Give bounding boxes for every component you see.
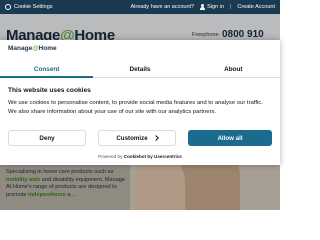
dialog-title: This website uses cookies xyxy=(8,87,91,94)
top-bar: Cookie Settings Already have an account?… xyxy=(0,0,280,14)
consent-tabs: Consent Details About xyxy=(0,64,280,78)
create-account-link[interactable]: Create Account xyxy=(237,4,275,10)
dialog-logo-text-2: Home xyxy=(38,45,57,52)
powered-by-prefix: Powered by xyxy=(98,154,123,159)
allow-all-button-label: Allow all xyxy=(217,134,243,142)
powered-by: Powered by Cookiebot by Usercentrics xyxy=(0,154,280,159)
deny-button-label: Deny xyxy=(39,134,55,142)
dialog-body: We use cookies to personalise content, t… xyxy=(8,100,263,115)
chevron-right-icon xyxy=(152,135,159,141)
tab-about[interactable]: About xyxy=(187,64,280,77)
customize-button[interactable]: Customize xyxy=(98,130,176,146)
cookiebot-link[interactable]: Cookiebot by Usercentrics xyxy=(124,154,182,159)
cookie-settings-link[interactable]: Cookie Settings xyxy=(14,4,53,10)
separator: | xyxy=(229,4,232,10)
sign-in-link[interactable]: Sign in xyxy=(207,4,224,10)
tab-details[interactable]: Details xyxy=(93,64,186,77)
gear-icon xyxy=(5,4,11,10)
dialog-logo: Manage@Home xyxy=(8,45,57,52)
deny-button[interactable]: Deny xyxy=(8,130,86,146)
dialog-logo-text-1: Manage xyxy=(8,45,33,52)
customize-button-label: Customize xyxy=(116,134,148,142)
allow-all-button[interactable]: Allow all xyxy=(188,130,272,146)
person-icon xyxy=(200,4,206,10)
cookie-consent-dialog: Manage@Home Consent Details About This w… xyxy=(0,40,280,165)
tab-consent[interactable]: Consent xyxy=(0,64,94,78)
account-question: Already have an account? xyxy=(130,4,195,10)
